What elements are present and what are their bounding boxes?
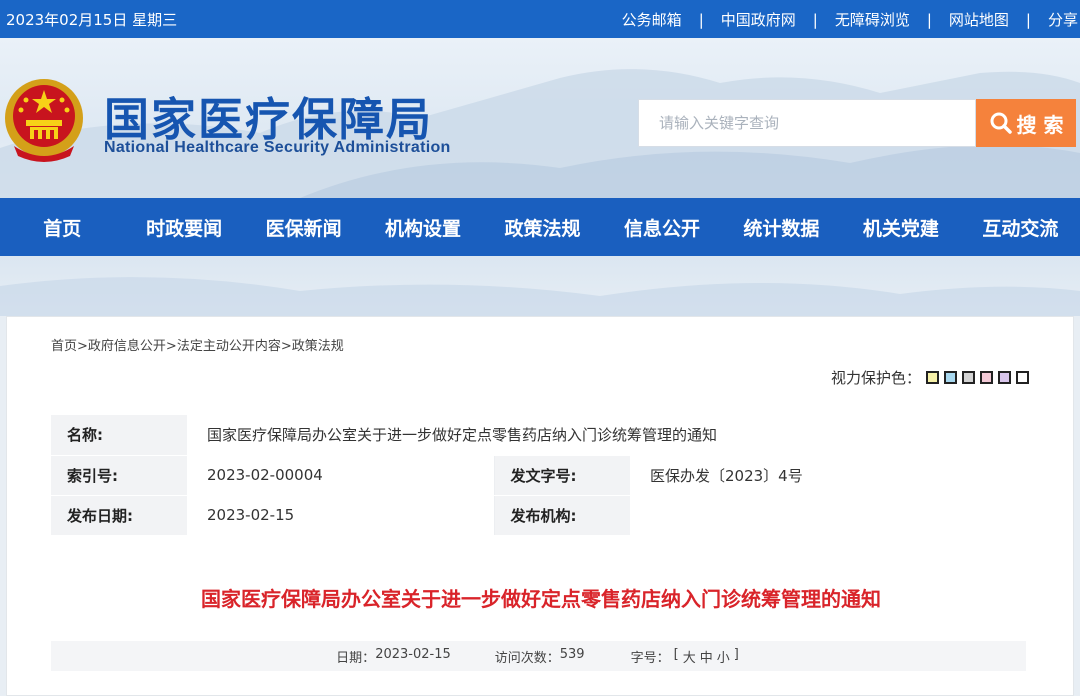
swatch-pink[interactable]: [980, 371, 993, 384]
nav-current-affairs[interactable]: 时政要闻: [124, 198, 243, 256]
publisher-label: 发布机构:: [494, 495, 630, 536]
date-value: 2023-02-15: [375, 646, 451, 662]
breadcrumb-gov-info[interactable]: 政府信息公开>: [88, 335, 177, 354]
separator: |: [1025, 10, 1031, 29]
search-button[interactable]: 搜 索: [976, 99, 1076, 147]
index-label: 索引号:: [51, 455, 187, 496]
nav-party[interactable]: 机关党建: [841, 198, 960, 256]
article-info-bar: 日期： 2023-02-15 访问次数： 539 字号： [ 大 中 小 ]: [51, 641, 1026, 671]
breadcrumb-home[interactable]: 首页>: [51, 335, 88, 354]
table-row: 名称: 国家医疗保障局办公室关于进一步做好定点零售药店纳入门诊统筹管理的通知: [51, 415, 1026, 456]
separator: |: [926, 10, 932, 29]
swatch-blue[interactable]: [944, 371, 957, 384]
search-icon: [990, 112, 1012, 134]
nav-healthcare-news[interactable]: 医保新闻: [244, 198, 363, 256]
breadcrumb: 首页> 政府信息公开> 法定主动公开内容> 政策法规: [51, 335, 344, 354]
mountain-background: [0, 277, 1080, 316]
nav-information[interactable]: 信息公开: [602, 198, 721, 256]
eye-protection-label: 视力保护色：: [830, 369, 921, 387]
current-date: 2023年02月15日 星期三: [6, 11, 178, 29]
top-bar: 2023年02月15日 星期三 公务邮箱 | 中国政府网 | 无障碍浏览 | 网…: [0, 0, 1080, 38]
separator: |: [812, 10, 818, 29]
swatch-white[interactable]: [1016, 371, 1029, 384]
site-header: 国家医疗保障局 National Healthcare Security Adm…: [0, 38, 1080, 198]
font-size-open-bracket: [: [673, 646, 679, 662]
breadcrumb-policies[interactable]: 政策法规: [292, 335, 344, 354]
document-metadata-table: 名称: 国家医疗保障局办公室关于进一步做好定点零售药店纳入门诊统筹管理的通知 索…: [51, 415, 1026, 536]
link-gov-cn[interactable]: 中国政府网: [721, 9, 796, 30]
docno-value: 医保办发〔2023〕4号: [630, 455, 1026, 496]
logo-english: National Healthcare Security Administrat…: [104, 139, 451, 156]
eye-protection-colors: 视力保护色：: [831, 367, 1029, 388]
nav-organization[interactable]: 机构设置: [363, 198, 482, 256]
publisher-value: [630, 495, 1026, 536]
font-size-control: 字号： [ 大 中 小 ]: [629, 647, 741, 666]
visit-count: 访问次数： 539: [495, 647, 585, 666]
name-label: 名称:: [51, 415, 187, 456]
national-emblem-icon: [5, 79, 83, 162]
date-label: 日期：: [336, 650, 376, 666]
nav-interaction[interactable]: 互动交流: [961, 198, 1080, 256]
index-value: 2023-02-00004: [187, 455, 495, 496]
article-title: 国家医疗保障局办公室关于进一步做好定点零售药店纳入门诊统筹管理的通知: [201, 587, 881, 611]
font-size-medium[interactable]: 中: [700, 647, 713, 666]
font-size-close-bracket: ]: [733, 646, 739, 662]
link-share[interactable]: 分享: [1048, 9, 1078, 30]
publish-date-label: 发布日期:: [51, 495, 187, 536]
font-size-small[interactable]: 小: [717, 647, 730, 666]
publish-date-value: 2023-02-15: [187, 495, 495, 536]
content-panel: 首页> 政府信息公开> 法定主动公开内容> 政策法规 视力保护色： 名称: 国家…: [6, 316, 1074, 696]
docno-label: 发文字号:: [494, 455, 630, 496]
link-accessibility[interactable]: 无障碍浏览: [835, 9, 910, 30]
link-sitemap[interactable]: 网站地图: [949, 9, 1009, 30]
search-input[interactable]: 请输入关键字查询: [638, 99, 976, 147]
table-row: 发布日期: 2023-02-15 发布机构:: [51, 495, 1026, 536]
breadcrumb-mandatory-disclosure[interactable]: 法定主动公开内容>: [177, 335, 292, 354]
font-size-large[interactable]: 大: [683, 647, 696, 666]
nav-home[interactable]: 首页: [0, 198, 124, 256]
main-nav: 首页 时政要闻 医保新闻 机构设置 政策法规 信息公开 统计数据 机关党建 互动…: [0, 198, 1080, 256]
search-button-label: 搜 索: [1016, 112, 1064, 137]
top-links: 公务邮箱 | 中国政府网 | 无障碍浏览 | 网站地图 | 分享: [622, 9, 1078, 30]
separator: |: [698, 10, 704, 29]
visits-label: 访问次数：: [494, 650, 560, 666]
nav-statistics[interactable]: 统计数据: [722, 198, 841, 256]
font-size-label: 字号：: [630, 650, 670, 666]
article-date: 日期： 2023-02-15: [336, 647, 451, 666]
table-row: 索引号: 2023-02-00004 发文字号: 医保办发〔2023〕4号: [51, 455, 1026, 496]
banner-background: [0, 256, 1080, 316]
visits-value: 539: [559, 646, 585, 662]
name-value: 国家医疗保障局办公室关于进一步做好定点零售药店纳入门诊统筹管理的通知: [187, 415, 1026, 456]
swatch-gray[interactable]: [962, 371, 975, 384]
swatch-yellow[interactable]: [926, 371, 939, 384]
nav-policies[interactable]: 政策法规: [483, 198, 602, 256]
swatch-purple[interactable]: [998, 371, 1011, 384]
link-official-mail[interactable]: 公务邮箱: [622, 9, 682, 30]
